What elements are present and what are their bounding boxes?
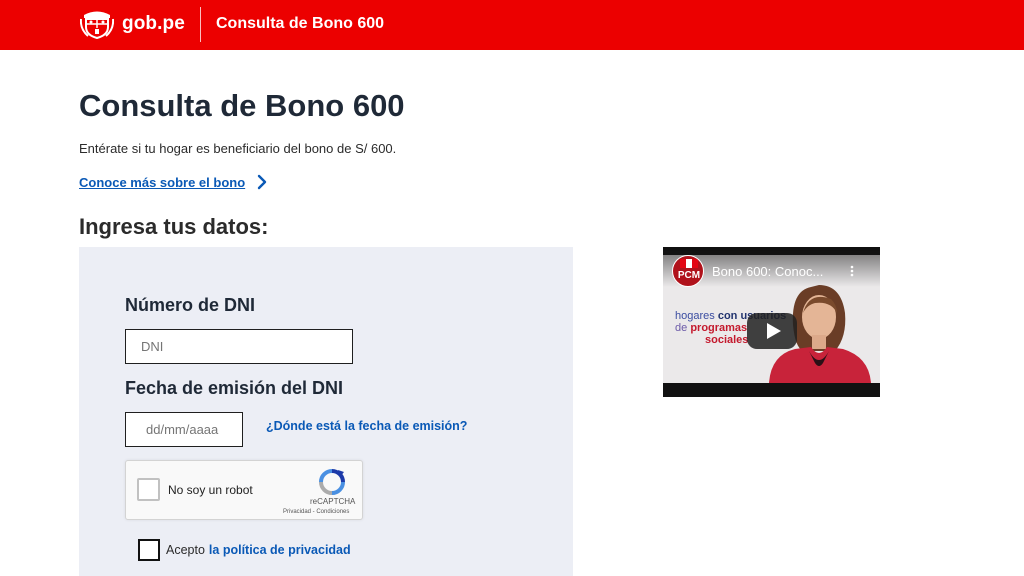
more-options-icon[interactable] [850, 265, 854, 277]
recaptcha-logo-icon [319, 469, 345, 495]
video-bottom-bar [663, 383, 880, 397]
caption-word: sociales [705, 334, 749, 346]
recaptcha-checkbox[interactable] [137, 478, 160, 501]
caption-word: programas [690, 322, 748, 334]
caption-word: hogares [675, 310, 715, 322]
top-navigation-bar: gob.pe Consulta de Bono 600 [0, 0, 1024, 50]
dni-label: Número de DNI [125, 295, 256, 315]
recaptcha-widget: No soy un robot reCAPTCHA Privacidad - C… [125, 460, 363, 520]
channel-name: PCM [677, 270, 701, 281]
dni-input[interactable] [125, 329, 353, 364]
issue-date-input[interactable] [125, 412, 243, 447]
privacy-accept-checkbox[interactable] [138, 539, 160, 561]
privacy-accept-row: Acepto la política de privacidad [138, 539, 351, 561]
youtube-video-embed[interactable]: hogares con usuarios de programas social… [663, 247, 880, 397]
page-title: Consulta de Bono 600 [79, 88, 405, 123]
caption-word: de [675, 322, 688, 334]
gobpe-logo[interactable]: gob.pe [80, 8, 185, 40]
section-title: Ingresa tus datos: [79, 214, 269, 239]
peru-flag-icon [680, 259, 698, 268]
recaptcha-label: No soy un robot [168, 483, 253, 497]
video-title[interactable]: Bono 600: Conoc... [712, 264, 823, 279]
issue-date-help-link[interactable]: ¿Dónde está la fecha de emisión? [266, 419, 467, 433]
header-title: Consulta de Bono 600 [216, 15, 385, 32]
date-label: Fecha de emisión del DNI [125, 378, 344, 398]
header-divider [200, 7, 201, 42]
play-button[interactable] [747, 313, 797, 349]
consulta-form: Número de DNI Fecha de emisión del DNI ¿… [79, 247, 573, 576]
brand-name: gob.pe [122, 13, 185, 34]
page-description: Entérate si tu hogar es beneficiario del… [79, 141, 397, 156]
accept-label: Acepto [166, 543, 205, 557]
channel-avatar[interactable]: PCM [672, 255, 704, 287]
recaptcha-brand: reCAPTCHA [310, 497, 356, 506]
privacy-policy-link[interactable]: la política de privacidad [209, 543, 351, 557]
learn-more-label: Conoce más sobre el bono [79, 174, 246, 190]
peru-coat-of-arms-icon [80, 11, 114, 39]
chevron-right-icon [257, 174, 267, 190]
recaptcha-terms-links[interactable]: Privacidad - Condiciones [283, 509, 349, 515]
learn-more-link[interactable]: Conoce más sobre el bono [79, 174, 267, 190]
